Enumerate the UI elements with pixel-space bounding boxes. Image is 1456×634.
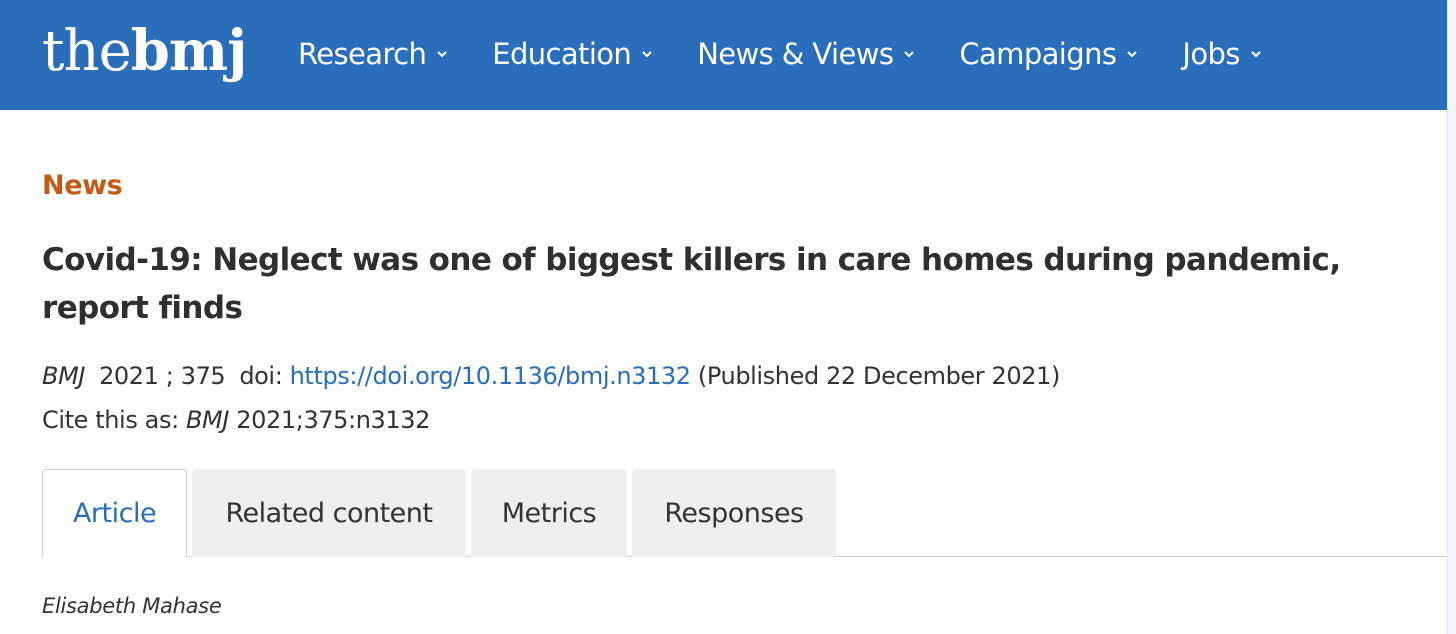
main-nav: Research Education News & Views Campaign… — [298, 30, 1306, 78]
cite-as-journal: BMJ — [185, 406, 230, 434]
chevron-down-icon — [1251, 51, 1261, 58]
citation-journal: BMJ — [42, 362, 86, 390]
nav-item-label: Campaigns — [959, 37, 1117, 71]
chevron-down-icon — [904, 51, 915, 58]
chevron-down-icon — [437, 51, 447, 58]
nav-item-news-views[interactable]: News & Views — [697, 37, 915, 71]
logo-prefix: the — [42, 19, 132, 84]
chevron-down-icon — [642, 51, 652, 58]
nav-item-label: Education — [492, 37, 632, 71]
nav-item-education[interactable]: Education — [492, 37, 653, 71]
citation-year: 2021 — [99, 362, 159, 390]
tab-article[interactable]: Article — [42, 469, 187, 558]
tab-related-content[interactable]: Related content — [192, 469, 466, 557]
cite-as-prefix: Cite this as: — [42, 406, 179, 434]
doi-label: doi: — [239, 362, 283, 390]
nav-item-label: News & Views — [697, 37, 894, 71]
article-title: Covid-19: Neglect was one of biggest kil… — [42, 242, 1341, 326]
doi-link[interactable]: https://doi.org/10.1136/bmj.n3132 — [290, 362, 691, 390]
logo-bold: bmj — [130, 18, 248, 84]
nav-item-campaigns[interactable]: Campaigns — [959, 37, 1138, 71]
tab-metrics[interactable]: Metrics — [471, 469, 627, 557]
cite-as-ref: 2021;375:n3132 — [236, 406, 431, 434]
published-date: (Published 22 December 2021) — [697, 362, 1060, 390]
nav-item-research[interactable]: Research — [298, 37, 448, 71]
site-header: thebmj Research Education News & Views C… — [0, 0, 1447, 110]
chevron-down-icon — [1127, 51, 1138, 58]
nav-item-label: Research — [298, 37, 427, 71]
citation-line: BMJ 2021 ; 375 doi: https://doi.org/10.113… — [42, 362, 1060, 390]
cite-as-line: Cite this as: BMJ 2021;375:n3132 — [42, 406, 430, 434]
page-edge-scrollbar[interactable] — [1447, 0, 1456, 634]
tab-responses[interactable]: Responses — [632, 469, 836, 557]
bmj-logo[interactable]: thebmj — [42, 18, 248, 84]
citation-volume: ; 375 — [165, 362, 226, 390]
article-section-label[interactable]: News — [42, 170, 123, 201]
nav-item-jobs[interactable]: Jobs — [1182, 37, 1261, 71]
article-author[interactable]: Elisabeth Mahase — [42, 594, 222, 618]
nav-item-label: Jobs — [1182, 37, 1240, 71]
